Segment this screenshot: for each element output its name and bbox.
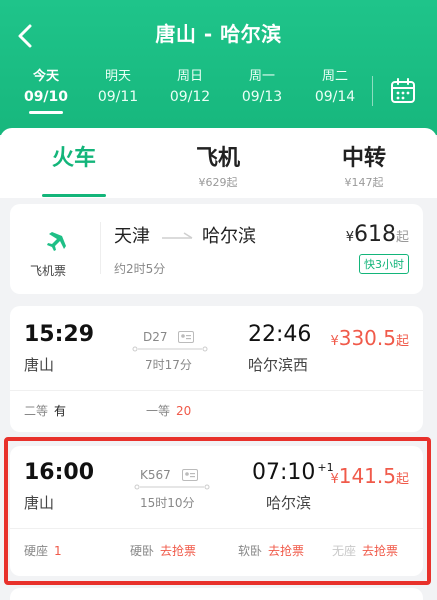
id-card-icon — [178, 331, 194, 343]
flight-price: ¥618起 — [346, 222, 409, 247]
tab-price: ¥147起 — [344, 176, 384, 189]
grab-ticket-link[interactable]: 去抢票 — [268, 544, 304, 558]
seat-first-class[interactable]: 一等 20 — [146, 402, 191, 419]
date-tab-3[interactable]: 周一 09/13 — [232, 68, 292, 108]
seat-type: 二等 — [24, 404, 49, 418]
date-tab-date: 09/10 — [23, 89, 69, 105]
date-tab-date: 09/11 — [97, 89, 139, 105]
travel-duration: 7时17分 — [145, 358, 192, 372]
seat-type: 一等 — [146, 404, 171, 418]
train-number: K567 — [140, 468, 171, 482]
divider — [100, 222, 101, 274]
flight-to-city: 哈尔滨 — [202, 226, 256, 247]
price-suffix: 起 — [395, 472, 409, 487]
tab-train[interactable]: 火车 — [14, 140, 134, 197]
seat-hard-sleeper[interactable]: 硬卧 去抢票 — [130, 542, 196, 559]
date-tab-4[interactable]: 周二 09/14 — [305, 68, 365, 108]
seat-no-seat[interactable]: 无座 去抢票 — [332, 542, 398, 559]
tab-flight[interactable]: 飞机 ¥629起 — [158, 140, 278, 190]
date-tab-0[interactable]: 今天 09/10 — [16, 68, 76, 114]
date-tab-2[interactable]: 周日 09/12 — [160, 68, 220, 108]
seat-type: 无座 — [332, 544, 357, 558]
tab-label: 火车 — [51, 146, 96, 171]
train-price: ¥330.5起 — [330, 326, 409, 350]
id-card-icon — [182, 469, 198, 481]
flight-duration: 约2时5分 — [114, 262, 166, 276]
departure-time: 15:29 — [24, 322, 95, 347]
grab-ticket-link[interactable]: 去抢票 — [160, 544, 196, 558]
date-tab-weekday: 周日 — [176, 69, 203, 84]
date-tab-date: 09/13 — [241, 89, 283, 105]
currency-symbol: ¥ — [330, 472, 339, 487]
date-tab-weekday: 明天 — [104, 69, 131, 84]
price-suffix: 起 — [395, 230, 409, 245]
tab-transfer[interactable]: 中转 ¥147起 — [304, 140, 424, 190]
arrival-time-value: 07:10 — [252, 460, 316, 485]
route-line — [132, 346, 208, 352]
header-bar: 唐山 - 哈尔滨 今天 09/10 明天 09/11 周日 09/12 周一 0… — [0, 0, 437, 135]
tab-label: 中转 — [341, 146, 386, 171]
price-value: 141.5 — [338, 464, 396, 488]
tab-price: ¥629起 — [198, 176, 238, 189]
route-line — [134, 484, 210, 490]
seat-availability: 1 — [54, 544, 62, 558]
seat-availability: 20 — [176, 404, 192, 418]
price-value: 330.5 — [338, 326, 396, 350]
arrival-station: 哈尔滨西 — [248, 356, 309, 374]
travel-duration: 15时10分 — [140, 496, 195, 510]
date-tab-weekday: 周二 — [321, 69, 348, 84]
next-card-edge — [10, 588, 423, 600]
departure-time: 16:00 — [24, 460, 95, 485]
train-card-k567[interactable]: 16:00 唐山 K567 15时10分 07:10 +1 哈尔滨 ¥141.5起… — [10, 446, 423, 576]
currency-symbol: ¥ — [345, 230, 354, 245]
calendar-icon[interactable] — [389, 77, 417, 105]
train-card-d27[interactable]: 15:29 唐山 D27 7时17分 22:46 哈尔滨西 ¥330.5起 二等… — [10, 306, 423, 432]
divider — [10, 528, 423, 529]
seat-type: 硬卧 — [130, 544, 155, 558]
date-tab-1[interactable]: 明天 09/11 — [88, 68, 148, 108]
flight-from-city: 天津 — [114, 226, 150, 247]
tab-label: 飞机 — [195, 146, 240, 171]
train-number: D27 — [143, 330, 168, 344]
transport-mode-tabs: 火车 飞机 ¥629起 中转 ¥147起 — [0, 128, 437, 198]
arrival-time: 07:10 +1 — [252, 460, 334, 485]
divider — [10, 390, 423, 391]
price-value: 618 — [353, 222, 396, 247]
departure-station: 唐山 — [24, 494, 55, 512]
seat-hard-seat[interactable]: 硬座 1 — [24, 542, 62, 559]
currency-symbol: ¥ — [330, 334, 339, 349]
price-suffix: 起 — [395, 334, 409, 349]
seat-type: 软卧 — [238, 544, 263, 558]
flight-ticket-label: 飞机票 — [30, 264, 67, 278]
train-price: ¥141.5起 — [330, 464, 409, 488]
seat-soft-sleeper[interactable]: 软卧 去抢票 — [238, 542, 304, 559]
seat-second-class[interactable]: 二等有 — [24, 402, 66, 419]
arrival-time: 22:46 — [248, 322, 313, 347]
airplane-icon — [47, 230, 70, 251]
flight-suggestion-card[interactable]: 飞机票 天津 哈尔滨 约2时5分 ¥618起 快3小时 — [10, 204, 423, 294]
arrival-station: 哈尔滨 — [266, 494, 312, 512]
arrival-time-value: 22:46 — [248, 322, 312, 347]
date-tab-weekday: 今天 — [32, 69, 59, 84]
route-arrow-icon — [162, 232, 193, 239]
page-title: 唐山 - 哈尔滨 — [155, 22, 282, 46]
date-tab-date: 09/14 — [314, 89, 356, 105]
grab-ticket-link[interactable]: 去抢票 — [362, 544, 398, 558]
divider — [372, 76, 373, 106]
date-tab-weekday: 周一 — [248, 69, 275, 84]
date-tab-date: 09/12 — [169, 89, 211, 105]
faster-badge: 快3小时 — [359, 254, 409, 274]
departure-station: 唐山 — [24, 356, 55, 374]
date-tabs: 今天 09/10 明天 09/11 周日 09/12 周一 09/13 周二 0… — [0, 68, 437, 116]
seat-availability: 有 — [54, 404, 67, 418]
seat-type: 硬座 — [24, 544, 49, 558]
